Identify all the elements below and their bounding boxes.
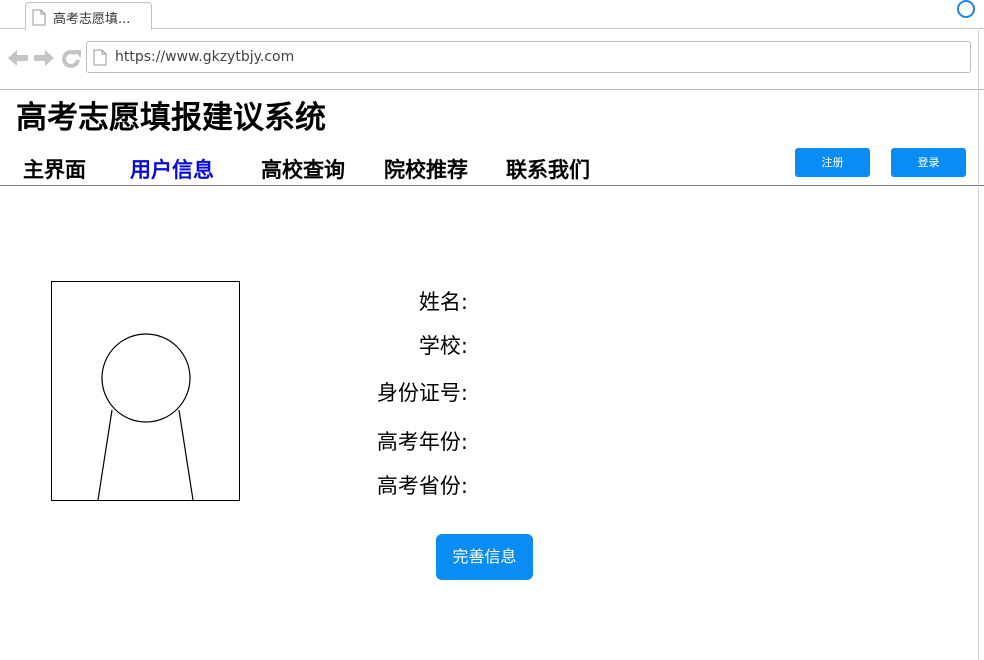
field-label-name: 姓名: xyxy=(418,290,468,314)
page-icon xyxy=(93,49,107,66)
forward-arrow-icon[interactable] xyxy=(33,48,55,68)
nav-item-contact[interactable]: 联系我们 xyxy=(506,154,590,184)
nav-item-user-info[interactable]: 用户信息 xyxy=(130,154,214,184)
register-button[interactable]: 注册 xyxy=(795,148,870,177)
nav-item-college-search[interactable]: 高校查询 xyxy=(261,154,345,184)
tab-title: 高考志愿填... xyxy=(53,12,131,27)
page-icon xyxy=(32,9,46,26)
reload-icon[interactable] xyxy=(60,48,82,68)
main-nav: 主界面 用户信息 高校查询 院校推荐 联系我们 注册 登录 xyxy=(0,148,984,186)
nav-item-home[interactable]: 主界面 xyxy=(23,154,86,184)
nav-item-recommend[interactable]: 院校推荐 xyxy=(384,154,468,184)
window-edge-divider xyxy=(978,30,979,660)
field-label-exam-province: 高考省份: xyxy=(376,474,468,498)
url-text: https://www.gkzytbjy.com xyxy=(115,49,295,65)
browser-tab-strip: 高考志愿填... xyxy=(0,0,984,30)
address-bar[interactable]: https://www.gkzytbjy.com xyxy=(86,41,971,73)
complete-info-button[interactable]: 完善信息 xyxy=(436,534,533,580)
site-title: 高考志愿填报建议系统 xyxy=(16,100,326,136)
browser-tab[interactable]: 高考志愿填... xyxy=(25,2,152,30)
back-arrow-icon[interactable] xyxy=(7,48,29,68)
person-silhouette-icon xyxy=(97,333,194,501)
loading-icon xyxy=(957,0,975,18)
browser-toolbar: https://www.gkzytbjy.com xyxy=(0,30,984,90)
field-label-id-number: 身份证号: xyxy=(376,381,468,405)
field-label-exam-year: 高考年份: xyxy=(376,430,468,454)
avatar-placeholder xyxy=(51,281,240,501)
field-label-school: 学校: xyxy=(418,334,468,358)
login-button[interactable]: 登录 xyxy=(891,148,966,177)
